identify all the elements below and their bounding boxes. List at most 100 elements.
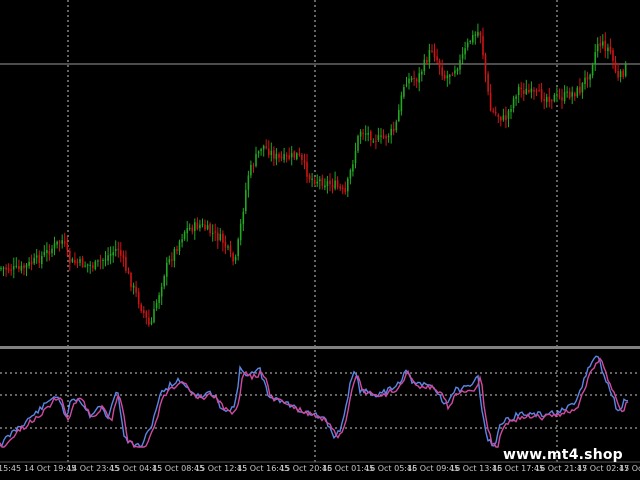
oscillator-main-line: [0, 355, 629, 448]
candle-body-84: [214, 231, 216, 233]
candle-body-103: [262, 145, 265, 150]
candle-body-50: [127, 270, 130, 273]
candle-body-64: [163, 276, 165, 287]
candle-body-83: [211, 232, 214, 234]
candle-body-152: [387, 136, 390, 137]
grid-layer: [0, 0, 640, 463]
candle-body-21: [53, 243, 56, 249]
candle-body-234: [596, 44, 599, 52]
candle-body-95: [242, 211, 245, 225]
candle-body-32: [81, 258, 84, 267]
candle-body-1: [2, 267, 5, 269]
candle-body-54: [137, 291, 140, 305]
candle-body-11: [28, 262, 30, 266]
candle-body-141: [359, 131, 362, 137]
candle-body-160: [408, 78, 410, 84]
candle-body-192: [489, 92, 492, 111]
candle-body-87: [222, 233, 224, 243]
candle-body-56: [143, 310, 145, 313]
candle-body-22: [56, 241, 58, 245]
candle-body-26: [66, 242, 69, 250]
candle-body-73: [186, 228, 188, 234]
candle-body-110: [280, 156, 283, 159]
candle-body-85: [217, 232, 219, 241]
candle-body-148: [377, 135, 380, 140]
candle-body-218: [556, 94, 558, 96]
candle-body-14: [35, 255, 38, 258]
candle-body-5: [12, 266, 15, 270]
candle-body-200: [510, 109, 512, 112]
candle-body-145: [370, 131, 372, 141]
candle-body-108: [275, 153, 278, 160]
candle-body-195: [497, 114, 500, 117]
candle-body-90: [229, 245, 232, 252]
candle-body-27: [69, 250, 71, 264]
watermark-text: www.mt4.shop: [503, 447, 623, 463]
candle-body-17: [43, 252, 46, 256]
candle-body-43: [109, 253, 112, 256]
candle-body-176: [449, 75, 451, 77]
candle-body-165: [421, 71, 423, 75]
candle-body-135: [344, 188, 347, 193]
candle-body-107: [273, 150, 275, 159]
candle-body-96: [245, 189, 247, 212]
candle-body-199: [507, 110, 510, 119]
candle-body-187: [477, 31, 479, 36]
candle-body-241: [614, 61, 617, 72]
candle-body-222: [566, 91, 568, 93]
oscillator-signal-line: [0, 357, 629, 448]
candle-body-235: [599, 43, 602, 46]
candle-body-122: [311, 178, 313, 180]
candle-body-31: [79, 259, 81, 263]
candle-body-42: [107, 255, 109, 261]
candle-body-58: [148, 317, 150, 325]
candle-body-225: [574, 93, 576, 97]
candle-body-146: [372, 141, 375, 143]
oscillator-layer: [0, 355, 629, 448]
candle-body-162: [413, 78, 415, 79]
candle-body-208: [530, 88, 533, 93]
candle-body-155: [395, 121, 398, 131]
candle-body-167: [426, 60, 428, 63]
candle-body-206: [525, 88, 528, 94]
candle-body-93: [237, 239, 239, 257]
candle-body-158: [403, 87, 405, 97]
candle-body-30: [76, 261, 79, 264]
candle-body-209: [533, 90, 535, 92]
candle-body-159: [405, 84, 408, 86]
candle-body-175: [446, 75, 449, 79]
candle-body-69: [176, 249, 178, 251]
candle-body-171: [436, 56, 438, 61]
candle-body-46: [117, 248, 120, 251]
price-chart-canvas[interactable]: [0, 0, 640, 480]
candle-body-191: [487, 73, 489, 92]
candle-body-120: [306, 162, 308, 177]
candle-body-164: [418, 73, 420, 83]
candle-body-82: [209, 223, 211, 233]
candle-body-215: [548, 96, 551, 102]
candle-body-138: [352, 164, 354, 172]
candle-body-41: [104, 259, 107, 261]
candle-body-65: [166, 262, 168, 277]
candle-body-78: [199, 224, 201, 228]
candle-body-161: [410, 78, 413, 80]
candle-body-40: [102, 260, 104, 261]
candle-body-60: [153, 308, 155, 323]
candle-body-4: [10, 269, 12, 271]
candle-body-211: [538, 90, 540, 92]
candle-body-230: [586, 76, 589, 80]
candle-body-71: [181, 239, 183, 243]
candle-body-25: [63, 241, 66, 244]
candle-body-48: [122, 255, 125, 258]
candle-body-132: [336, 180, 339, 188]
candle-body-139: [354, 151, 357, 164]
candle-body-94: [239, 223, 242, 241]
candles-layer: [0, 23, 627, 327]
candle-body-102: [260, 149, 262, 151]
candle-body-57: [145, 311, 148, 318]
candle-body-13: [33, 257, 35, 264]
chart-window[interactable]: 15:45 14 Oct 19:45 14 Oct 23:45 15 Oct 04:4…: [0, 0, 640, 480]
candle-body-144: [367, 133, 369, 135]
candle-body-35: [89, 264, 91, 266]
candle-body-109: [278, 154, 280, 158]
